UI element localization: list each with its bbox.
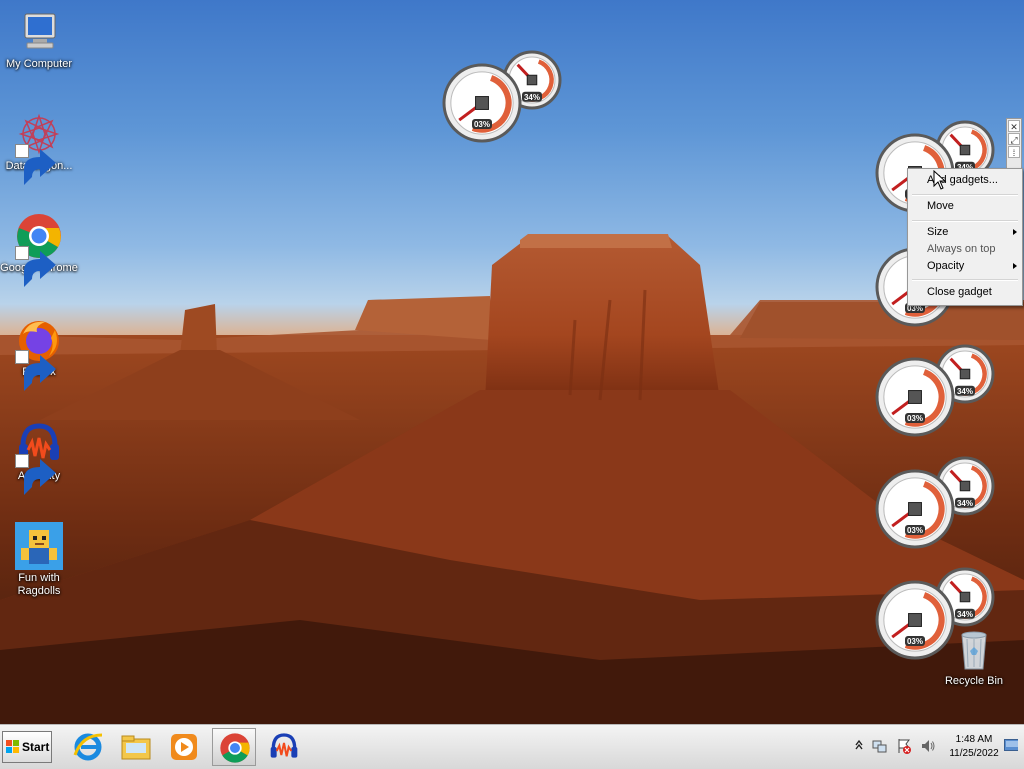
network-icon[interactable]	[872, 738, 888, 754]
cpu-chip-icon	[908, 390, 922, 404]
memory-chip-icon	[526, 74, 538, 86]
desktop-icon-chrome[interactable]: Google Chrome	[0, 212, 78, 287]
audacity-icon	[270, 733, 298, 758]
ie-icon	[73, 733, 103, 761]
dial-percent-label: 34%	[957, 499, 973, 508]
clock-date: 11/25/2022	[949, 748, 999, 759]
dial-percent-label: 03%	[907, 414, 923, 423]
shortcut-arrow-icon	[15, 246, 56, 287]
start-button[interactable]: Start	[2, 731, 52, 763]
show-desktop-icon[interactable]	[1004, 739, 1018, 751]
gadget-toolbar: ✕ ⤢ ⁞	[1006, 118, 1022, 172]
show-hidden-icons-icon[interactable]	[854, 738, 864, 752]
memory-chip-icon	[959, 591, 971, 603]
shortcut-arrow-icon	[15, 350, 56, 391]
firefox-icon	[15, 316, 63, 391]
chrome-icon	[15, 212, 63, 287]
cpu-ram-meter-gadget[interactable]: 34% 03%	[442, 48, 572, 148]
memory-chip-icon	[959, 480, 971, 492]
datawagon-icon	[15, 110, 63, 185]
submenu-arrow-icon	[1013, 229, 1017, 235]
desktop[interactable]: My Computer DataWagon... Google Chrome F…	[0, 0, 1024, 724]
taskbar-media-player-button[interactable]	[162, 728, 206, 766]
clock[interactable]: 1:48 AM 11/25/2022	[940, 733, 1008, 761]
windows-logo-icon	[6, 740, 19, 753]
gadget-context-menu: Add gadgets... Move Size Always on top O…	[907, 168, 1023, 306]
dial-percent-label: 03%	[907, 526, 923, 535]
menu-item-opacity[interactable]: Opacity	[909, 256, 1021, 276]
shortcut-arrow-icon	[15, 454, 56, 495]
memory-chip-icon	[959, 144, 971, 156]
desktop-icon-label: Fun with Ragdolls	[17, 572, 61, 597]
explorer-icon	[121, 735, 151, 760]
memory-chip-icon	[959, 368, 971, 380]
cpu-chip-icon	[475, 96, 489, 110]
taskbar: Start 1:48 AM 11/25/2022	[0, 724, 1024, 769]
ragdolls-icon	[15, 522, 63, 570]
menu-item-move[interactable]: Move	[909, 196, 1021, 216]
clock-time: 1:48 AM	[955, 734, 993, 745]
system-tray: 1:48 AM 11/25/2022	[848, 725, 1024, 769]
media-player-icon	[171, 734, 197, 760]
audacity-icon	[15, 420, 63, 495]
cpu-ram-meter-gadget[interactable]: 34% 03%	[875, 342, 1005, 442]
dial-percent-label: 34%	[957, 387, 973, 396]
action-center-icon[interactable]	[896, 738, 912, 754]
gadget-size-button[interactable]: ⤢	[1008, 133, 1020, 145]
volume-icon[interactable]	[920, 738, 936, 754]
taskbar-chrome-button[interactable]	[212, 728, 256, 766]
gadget-close-button[interactable]: ✕	[1008, 120, 1020, 132]
shortcut-arrow-icon	[15, 144, 56, 185]
computer-icon	[15, 8, 63, 56]
desktop-icon-fun-with-ragdolls[interactable]: Fun with Ragdolls	[0, 522, 78, 598]
cpu-ram-meter-gadget[interactable]: 34% 03%	[875, 565, 1005, 665]
dial-percent-label: 34%	[957, 610, 973, 619]
taskbar-explorer-button[interactable]	[114, 728, 158, 766]
cpu-meter-dial[interactable]: 03%	[875, 580, 955, 660]
desktop-icon-label: Recycle Bin	[944, 675, 1004, 687]
dial-percent-label: 03%	[907, 637, 923, 646]
menu-separator	[912, 279, 1018, 281]
cpu-chip-icon	[908, 502, 922, 516]
cpu-chip-icon	[908, 613, 922, 627]
cpu-ram-meter-gadget[interactable]: 34% 03%	[875, 454, 1005, 554]
dial-percent-label: 34%	[524, 93, 540, 102]
menu-item-add-gadgets[interactable]: Add gadgets...	[909, 170, 1021, 190]
submenu-arrow-icon	[1013, 263, 1017, 269]
desktop-icon-label: My Computer	[5, 58, 73, 70]
desktop-icon-my-computer[interactable]: My Computer	[0, 8, 78, 71]
chrome-icon	[220, 733, 250, 763]
desktop-icon-firefox[interactable]: Firefox	[0, 316, 78, 391]
menu-item-close-gadget[interactable]: Close gadget	[909, 282, 1021, 302]
cpu-meter-dial[interactable]: 03%	[442, 63, 522, 143]
cpu-meter-dial[interactable]: 03%	[875, 357, 955, 437]
taskbar-ie-button[interactable]	[66, 728, 110, 766]
desktop-icon-audacity[interactable]: Audacity	[0, 420, 78, 495]
dial-percent-label: 03%	[474, 120, 490, 129]
desktop-icon-datawagon[interactable]: DataWagon...	[0, 110, 78, 185]
cpu-meter-dial[interactable]: 03%	[875, 469, 955, 549]
taskbar-audacity-button[interactable]	[262, 728, 306, 766]
gadget-drag-handle[interactable]: ⁞	[1008, 146, 1020, 158]
mouse-cursor-icon	[933, 170, 947, 190]
